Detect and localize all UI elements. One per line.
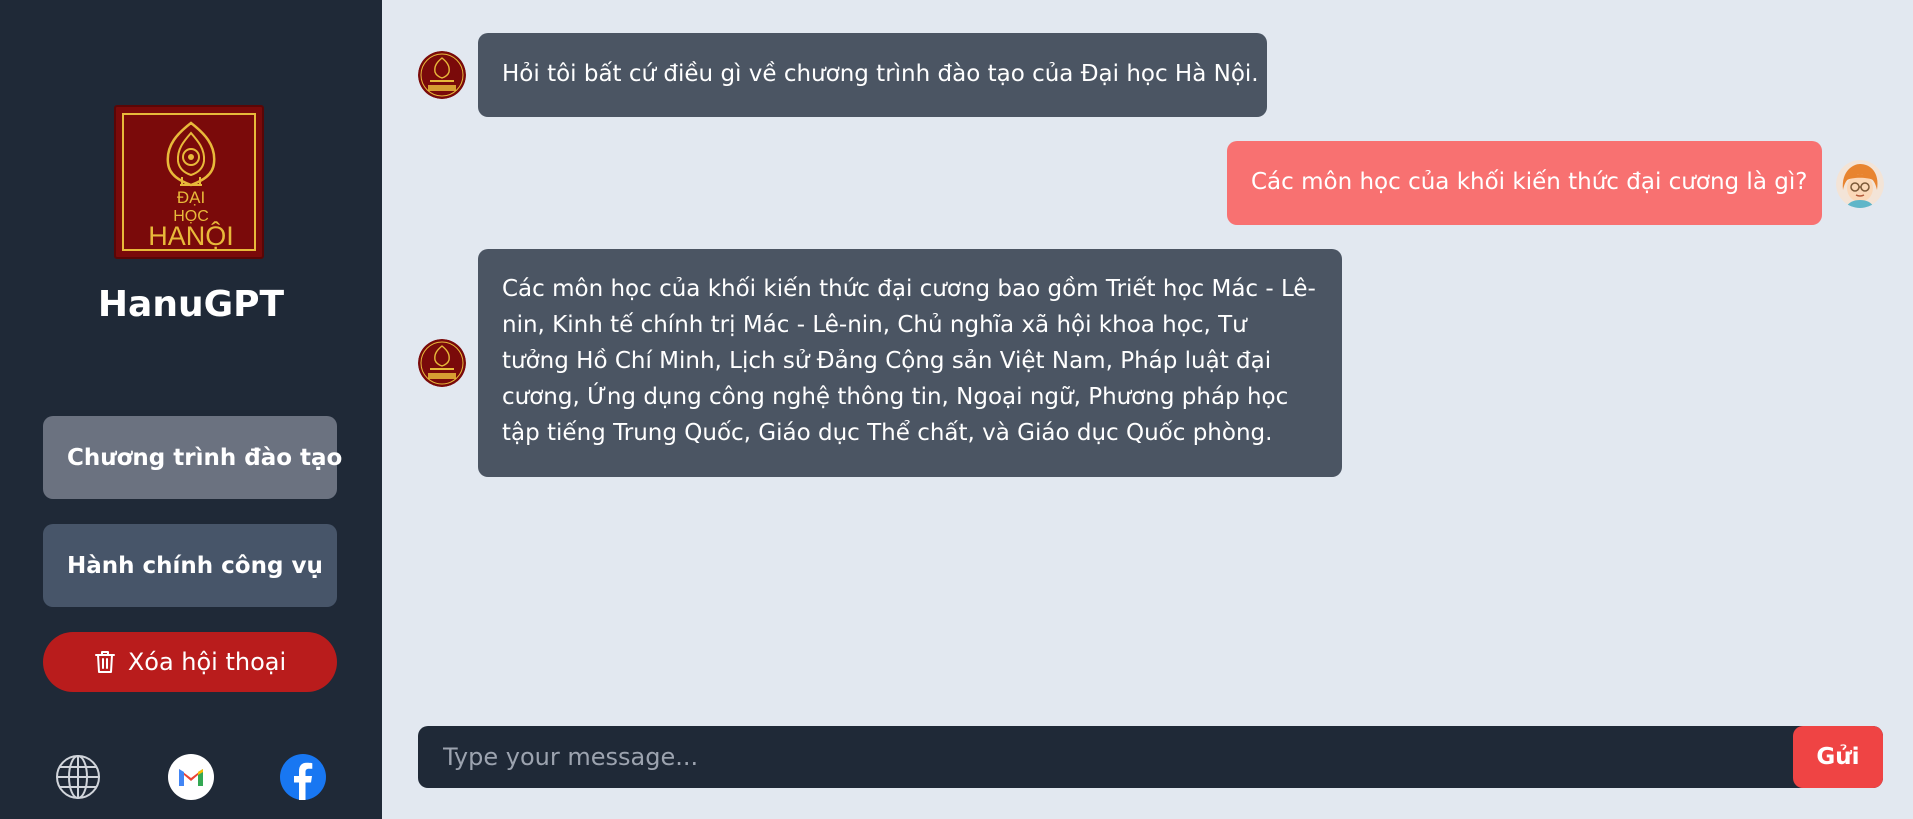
logo-text-line-3: HANỘI [148, 220, 234, 251]
bot-avatar [418, 339, 466, 387]
bot-message: Hỏi tôi bất cứ điều gì về chương trình đ… [478, 33, 1267, 117]
send-button[interactable]: Gửi [1793, 726, 1883, 788]
logo-emblem-icon: ĐẠI HỌC HANỘI [148, 121, 234, 251]
clear-conversation-label: Xóa hội thoại [127, 648, 287, 676]
trash-icon [94, 651, 115, 673]
user-message: Các môn học của khối kiến thức đại cương… [1227, 141, 1822, 225]
admin-services-button[interactable]: Hành chính công vụ [43, 524, 337, 607]
message-input[interactable] [418, 726, 1792, 788]
program-button[interactable]: Chương trình đào tạo [43, 416, 342, 499]
app-title: HanuGPT [97, 284, 285, 325]
bot-avatar [418, 51, 466, 99]
facebook-icon [294, 762, 313, 800]
clear-conversation-button[interactable]: Xóa hội thoại [43, 632, 337, 692]
admin-services-button-label: Hành chính công vụ [67, 552, 323, 579]
bot-message: Các môn học của khối kiến thức đại cương… [478, 249, 1342, 477]
gmail-icon [179, 769, 203, 786]
hanu-avatar-icon [418, 51, 466, 99]
globe-icon [56, 755, 100, 799]
website-link[interactable] [55, 754, 101, 800]
sidebar: ĐẠI HỌC HANỘI HanuGPT Chương trình đào t… [0, 0, 382, 819]
program-button-label: Chương trình đào tạo [67, 444, 343, 471]
logo-text-line-1: ĐẠI [177, 188, 205, 207]
message-composer: Gửi [418, 726, 1883, 788]
user-avatar-icon [1836, 160, 1884, 208]
hanu-logo: ĐẠI HỌC HANỘI [114, 105, 264, 259]
user-avatar [1836, 160, 1884, 208]
facebook-link[interactable] [280, 754, 326, 800]
gmail-link[interactable] [168, 754, 214, 800]
hanu-avatar-icon [418, 339, 466, 387]
